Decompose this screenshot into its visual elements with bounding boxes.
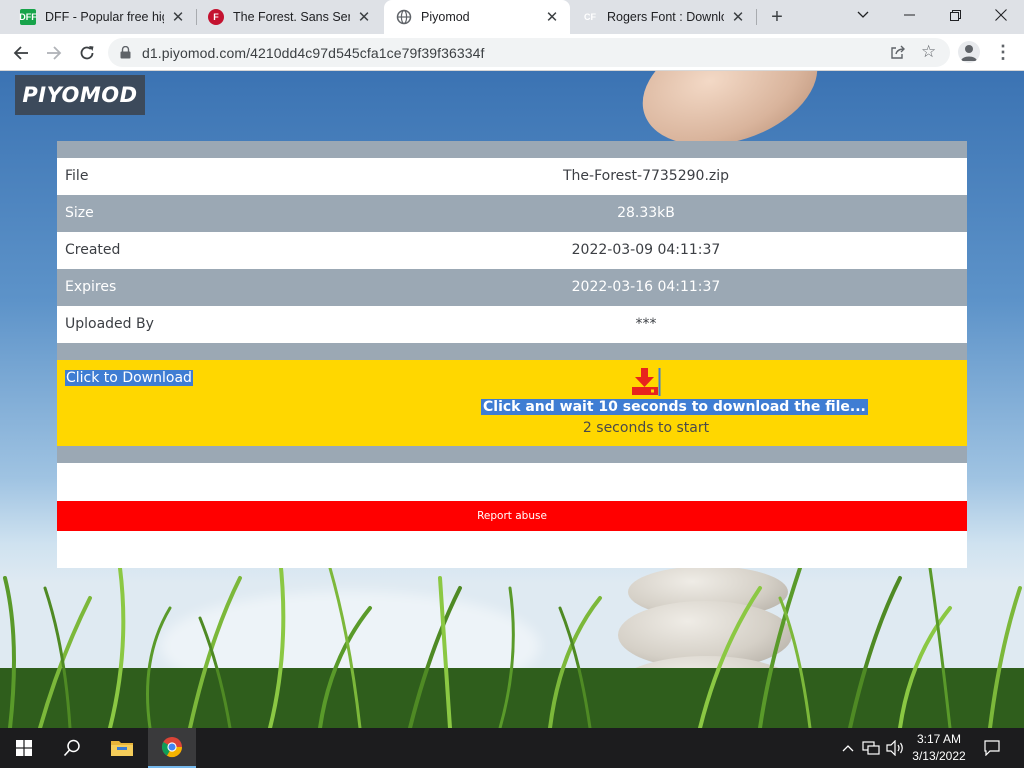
row-value: *** [635,316,657,332]
uploaded-by-row: Uploaded By *** [57,306,967,343]
site-logo[interactable]: PIYOMOD [15,75,145,115]
report-abuse-button[interactable]: Report abuse [57,501,967,531]
background-grass [0,556,1024,728]
page-viewport: PIYOMOD File The-Forest-7735290.zip Size… [0,71,1024,728]
dff-favicon: DFF [19,9,37,25]
minimize-icon[interactable] [886,0,932,30]
tab-title: Piyomod [421,10,470,24]
star-icon[interactable]: ☆ [921,42,936,62]
download-icon[interactable] [631,368,661,396]
globe-favicon [396,9,412,25]
close-icon[interactable]: ✕ [356,8,372,26]
network-icon[interactable] [860,728,882,768]
chevron-down-icon[interactable] [840,0,886,30]
download-link[interactable]: Click to Download [65,370,193,386]
address-bar[interactable]: d1.piyomod.com/4210dd4c97d545cfa1ce79f39… [108,38,950,67]
lock-icon[interactable] [120,45,131,64]
plus-icon[interactable]: + [767,5,787,29]
windows-start-icon[interactable] [0,728,48,768]
tab-rogers-font[interactable]: CF Rogers Font : Downloa ✕ [570,0,756,34]
tab-title: The Forest. Sans Serif B [233,10,350,24]
file-row: File The-Forest-7735290.zip [57,158,967,195]
notification-icon[interactable] [980,728,1004,768]
created-row: Created 2022-03-09 04:11:37 [57,232,967,269]
close-icon[interactable]: ✕ [730,8,746,26]
chevron-up-icon[interactable] [838,728,858,768]
row-value: 2022-03-09 04:11:37 [571,242,721,258]
row-value: 28.33kB [617,205,675,221]
row-value: The-Forest-7735290.zip [562,168,730,184]
close-icon[interactable]: ✕ [170,8,186,26]
cf-favicon: CF [584,12,596,22]
row-value: 2022-03-16 04:11:37 [571,279,721,295]
share-icon[interactable] [890,44,906,65]
download-box[interactable]: Click to Download Click and wait 10 seco… [57,360,967,446]
clock-date: 3/13/2022 [912,749,966,763]
restore-icon[interactable] [932,0,978,30]
expires-row: Expires 2022-03-16 04:11:37 [57,269,967,306]
divider [57,446,967,463]
close-icon[interactable] [978,0,1024,30]
countdown-text: 2 seconds to start [582,420,710,436]
tab-the-forest[interactable]: F The Forest. Sans Serif B ✕ [196,0,382,34]
kebab-menu-icon[interactable]: ⋮ [994,42,1012,64]
windows-taskbar: 3:17 AM 3/13/2022 [0,728,1024,768]
divider [57,141,967,158]
tab-title: Rogers Font : Downloa [607,10,724,24]
tab-strip: DFF DFF - Popular free high ✕ F The Fore… [0,0,1024,34]
reload-icon[interactable] [74,40,100,66]
size-row: Size 28.33kB [57,195,967,232]
file-info-panel: File The-Forest-7735290.zip Size 28.33kB… [57,141,967,568]
file-explorer-icon[interactable] [98,728,146,768]
tab-title: DFF - Popular free high [45,10,164,24]
volume-icon[interactable] [884,728,906,768]
search-icon[interactable] [48,728,96,768]
profile-icon[interactable] [958,41,980,63]
download-message: Click and wait 10 seconds to download th… [481,399,868,415]
f-favicon: F [208,9,224,25]
system-clock[interactable]: 3:17 AM 3/13/2022 [904,731,974,765]
browser-toolbar: d1.piyomod.com/4210dd4c97d545cfa1ce79f39… [0,34,1024,71]
back-arrow-icon[interactable] [8,40,34,66]
close-icon[interactable]: ✕ [544,8,560,26]
tab-dff[interactable]: DFF DFF - Popular free high ✕ [8,0,196,34]
chrome-icon[interactable] [148,728,196,768]
tab-separator [756,9,757,25]
forward-arrow-icon[interactable] [41,40,67,66]
url-text[interactable]: d1.piyomod.com/4210dd4c97d545cfa1ce79f39… [142,45,485,61]
clock-time: 3:17 AM [916,732,962,746]
tab-piyomod[interactable]: Piyomod ✕ [384,0,570,34]
divider [57,343,967,360]
